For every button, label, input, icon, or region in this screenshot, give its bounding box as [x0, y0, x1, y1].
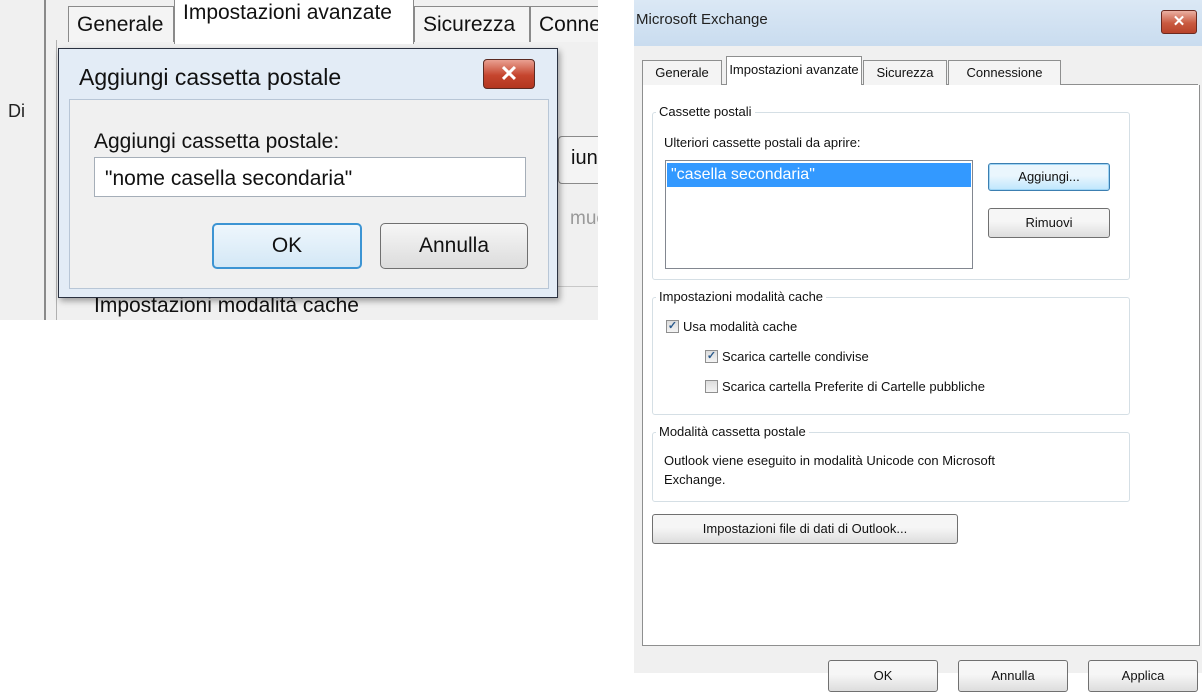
tab-connessione[interactable]: Conne [530, 6, 598, 42]
tab-generale[interactable]: Generale [642, 60, 722, 85]
dialog-title: Aggiungi cassetta postale [79, 64, 342, 90]
add-button-partial[interactable]: iung [558, 136, 598, 184]
side-label: Di [8, 101, 25, 121]
cancel-button[interactable]: Annulla [380, 223, 528, 269]
mailboxes-group-label: Cassette postali [656, 104, 755, 119]
checkmark-icon[interactable]: ✓ [705, 350, 718, 363]
tab-impostazioni-avanzate[interactable]: Impostazioni avanzate [174, 0, 414, 44]
zoomed-detail-panel: Di Generale Impostazioni avanzate Sicure… [0, 0, 598, 320]
download-favorites-label: Scarica cartella Preferite di Cartelle p… [722, 379, 986, 394]
remove-mailbox-button[interactable]: Rimuovi [988, 208, 1110, 238]
dialog-body: Aggiungi cassetta postale: "nome casella… [69, 99, 549, 289]
mailbox-name-input[interactable]: "nome casella secondaria" [94, 157, 526, 197]
ok-button[interactable]: OK [828, 660, 938, 692]
divider-line [56, 40, 57, 320]
download-shared-label: Scarica cartelle condivise [722, 349, 869, 364]
tab-generale[interactable]: Generale [68, 6, 174, 42]
mailbox-mode-text: Outlook viene eseguito in modalità Unico… [664, 453, 995, 468]
remove-button-partial[interactable]: muo [558, 192, 598, 240]
mailbox-mode-text: Exchange. [664, 472, 726, 487]
close-icon[interactable]: ✕ [483, 59, 535, 89]
mailboxes-label: Ulteriori cassette postali da aprire: [664, 135, 861, 150]
cache-group-label: Impostazioni modalità cache [656, 289, 827, 304]
tab-impostazioni-avanzate[interactable]: Impostazioni avanzate [726, 56, 862, 86]
data-file-settings-button[interactable]: Impostazioni file di dati di Outlook... [652, 514, 958, 544]
title-bar: Microsoft Exchange ✕ [634, 0, 1202, 46]
add-mailbox-dialog: Aggiungi cassetta postale ✕ Aggiungi cas… [58, 48, 558, 298]
apply-button[interactable]: Applica [1088, 660, 1198, 692]
mailboxes-listbox[interactable]: "casella secondaria" [665, 160, 973, 269]
use-cache-label: Usa modalità cache [683, 319, 798, 334]
list-item[interactable]: "casella secondaria" [667, 163, 971, 187]
checkmark-icon[interactable]: ✓ [666, 320, 679, 333]
close-icon[interactable]: ✕ [1161, 10, 1197, 34]
tab-sicurezza[interactable]: Sicurezza [414, 6, 530, 42]
window-title: Microsoft Exchange [636, 11, 768, 28]
tab-sicurezza[interactable]: Sicurezza [863, 60, 947, 85]
mailbox-mode-group-label: Modalità cassetta postale [656, 424, 809, 439]
mailbox-field-label: Aggiungi cassetta postale: [94, 130, 340, 153]
exchange-dialog: Microsoft Exchange ✕ Generale Impostazio… [634, 0, 1202, 692]
divider-line [44, 0, 46, 320]
download-favorites-checkbox[interactable] [705, 380, 718, 393]
tab-connessione[interactable]: Connessione [948, 60, 1061, 85]
cancel-button[interactable]: Annulla [958, 660, 1068, 692]
ok-button[interactable]: OK [212, 223, 362, 269]
add-mailbox-button[interactable]: Aggiungi... [988, 163, 1110, 191]
